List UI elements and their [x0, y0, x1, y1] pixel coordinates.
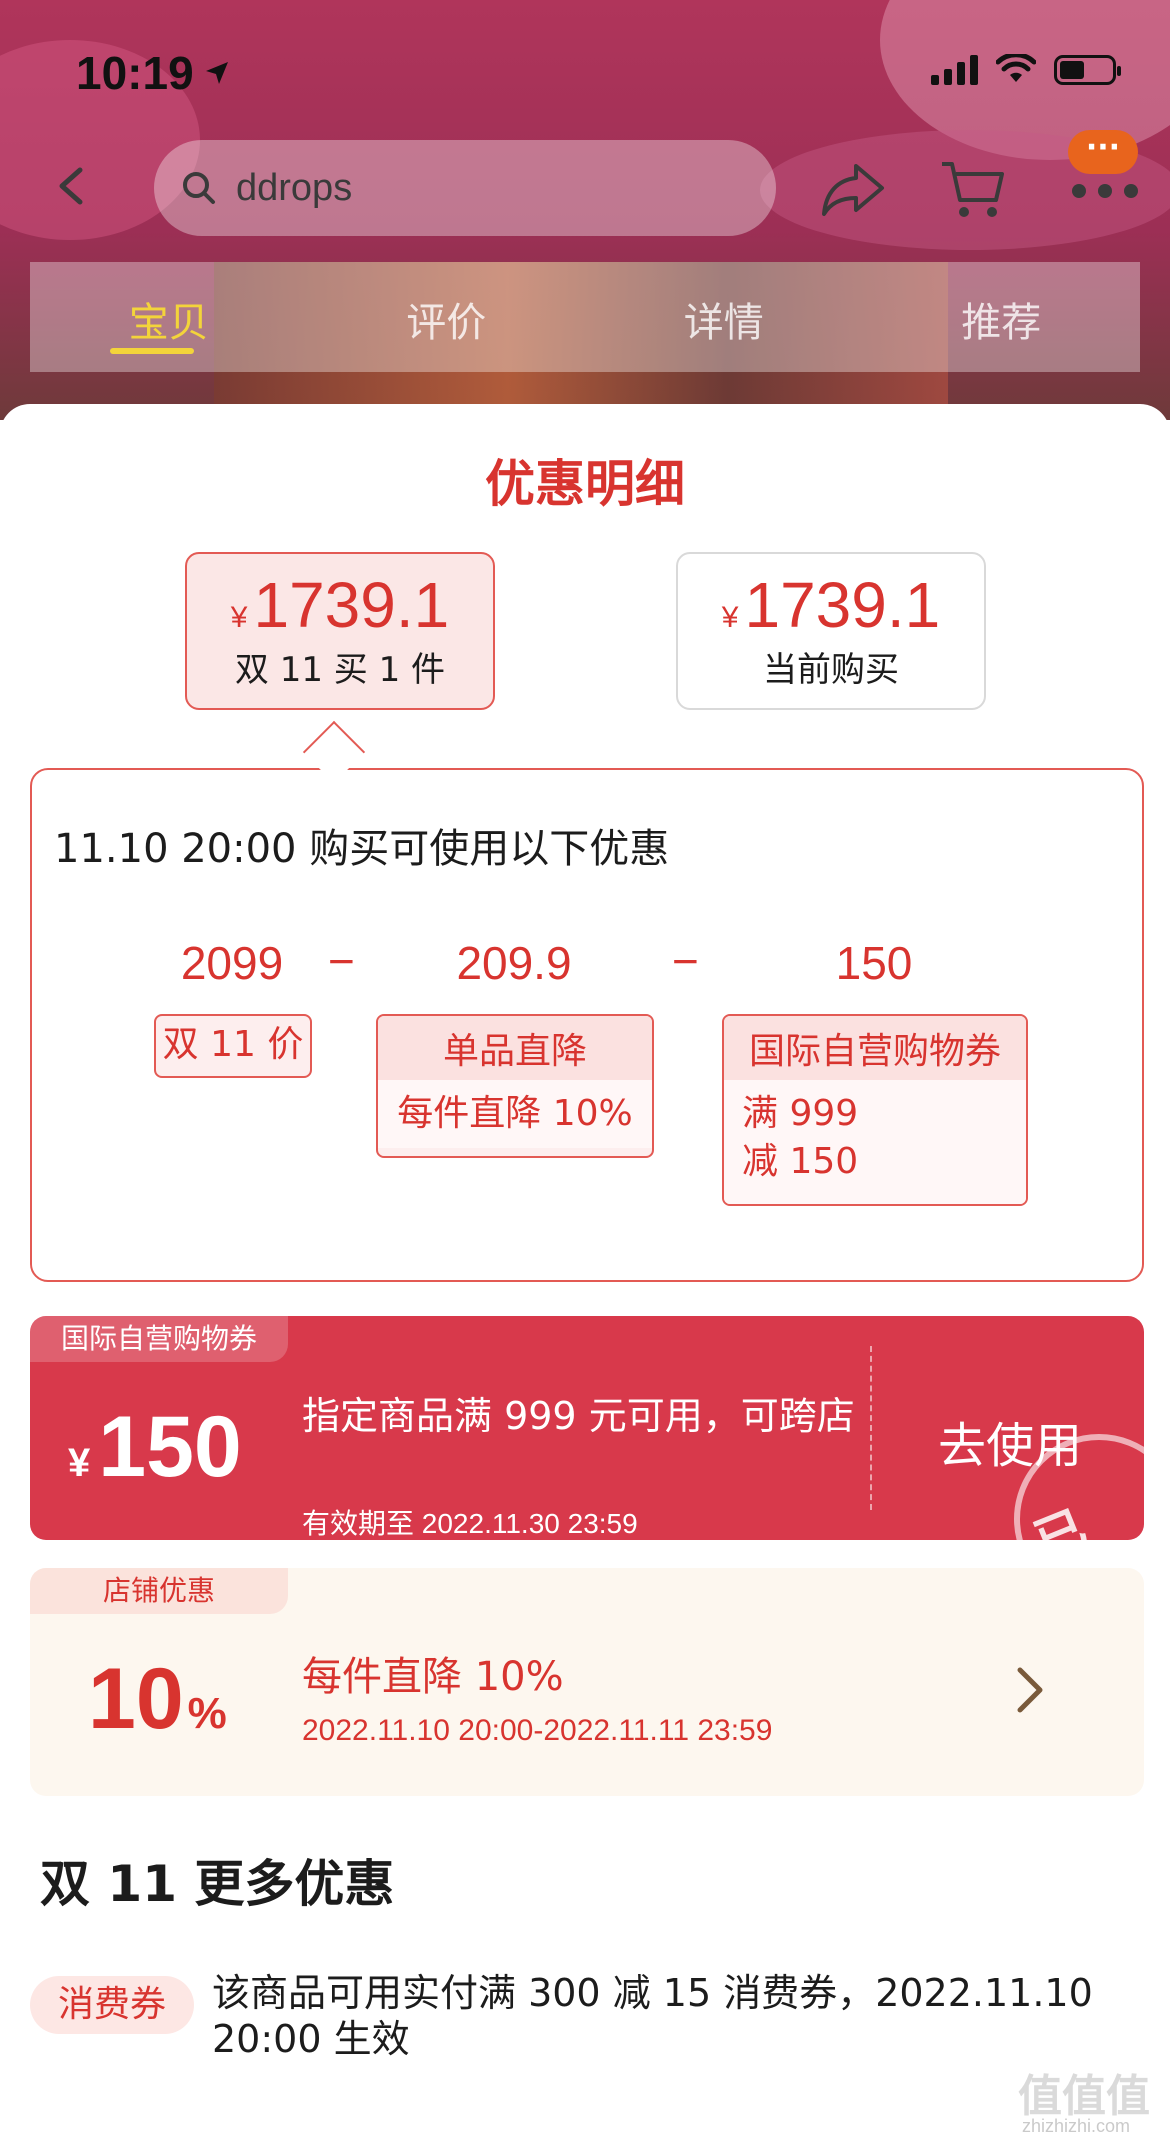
- share-icon[interactable]: [820, 160, 886, 218]
- price-option-label: 当前购买: [763, 650, 899, 690]
- calculation-heading: 11.10 20:00 购买可使用以下优惠: [54, 826, 670, 872]
- shop-discount-percent: 10%: [88, 1651, 227, 1747]
- tab-item[interactable]: 宝贝: [30, 262, 308, 372]
- chevron-right-icon[interactable]: [1000, 1660, 1060, 1720]
- voucher-tag: 消费券: [30, 1976, 194, 2034]
- store-coupon-chip: 国际自营购物券 满 999 减 150: [722, 1014, 1028, 1206]
- status-time: 10:19: [76, 46, 232, 100]
- watermark-url: zhizhizhi.com: [1022, 2116, 1131, 2136]
- tab-details[interactable]: 详情: [585, 262, 863, 372]
- shop-discount-card[interactable]: 店铺优惠 10% 每件直降 10% 2022.11.10 20:00-2022.…: [30, 1568, 1144, 1796]
- search-query: ddrops: [236, 166, 353, 209]
- battery-icon: [1054, 55, 1121, 85]
- tab-reviews[interactable]: 评价: [308, 262, 586, 372]
- search-bar[interactable]: ddrops: [154, 140, 776, 236]
- more-menu-button[interactable]: ···: [1062, 130, 1142, 220]
- cellular-signal-icon: [931, 55, 978, 85]
- base-price-value: 2099: [180, 937, 284, 989]
- watermark-logo: 值值值: [1018, 2071, 1150, 2122]
- discount-detail-sheet: 优惠明细 ¥1739.1 双 11 买 1 件 ¥1739.1 当前购买 11.…: [0, 404, 1170, 2143]
- minus-operator: −: [328, 935, 355, 987]
- shop-discount-title: 每件直降 10%: [302, 1654, 564, 1700]
- price-amount: ¥1739.1: [721, 569, 941, 641]
- store-coupon-card: 国际自营购物券 ¥150 指定商品满 999 元可用，可跨店 有效期至 2022…: [30, 1316, 1144, 1540]
- search-icon: [183, 172, 215, 204]
- price-option-label: 双 11 买 1 件: [234, 650, 446, 690]
- wifi-icon: [996, 54, 1036, 82]
- coupon-description: 指定商品满 999 元可用，可跨店: [302, 1394, 855, 1438]
- direct-discount-chip: 单品直降 每件直降 10%: [376, 1014, 654, 1158]
- nav-bar: ddrops ···: [0, 130, 1170, 240]
- price-option-double11[interactable]: ¥1739.1 双 11 买 1 件: [185, 552, 495, 710]
- minus-operator: −: [672, 935, 699, 987]
- sheet-title: 优惠明细: [485, 455, 685, 513]
- coupon-discount-value: 150: [835, 937, 913, 989]
- price-option-current[interactable]: ¥1739.1 当前购买: [676, 552, 986, 710]
- discount-calculation-box: 11.10 20:00 购买可使用以下优惠 2099 − 209.9 − 150…: [30, 768, 1144, 1282]
- shop-discount-tag: 店铺优惠: [30, 1568, 288, 1614]
- back-arrow-icon[interactable]: [52, 166, 92, 206]
- coupon-divider: [870, 1346, 872, 1510]
- price-amount: ¥1739.1: [230, 569, 450, 641]
- status-icons: [931, 54, 1121, 86]
- message-badge: ···: [1068, 130, 1138, 174]
- cart-icon[interactable]: [940, 156, 1006, 222]
- status-bar: 10:19: [0, 0, 1170, 140]
- coupon-type-tag: 国际自营购物券: [30, 1316, 288, 1362]
- location-arrow-icon: [205, 62, 228, 84]
- coupon-amount: ¥150: [68, 1399, 242, 1495]
- more-offers-title: 双 11 更多优惠: [40, 1855, 395, 1913]
- product-tabs: 宝贝 评价 详情 推荐: [30, 262, 1140, 372]
- more-dots-icon: [1072, 184, 1138, 198]
- base-price-chip: 双 11 价: [154, 1014, 312, 1078]
- voucher-description: 该商品可用实付满 300 减 15 消费券，2022.11.10 20:00 生…: [212, 1971, 1093, 2061]
- tab-recommend[interactable]: 推荐: [863, 262, 1141, 372]
- direct-discount-value: 209.9: [456, 937, 572, 989]
- coupon-validity: 有效期至 2022.11.30 23:59: [302, 1508, 638, 1539]
- shop-discount-period: 2022.11.10 20:00-2022.11.11 23:59: [302, 1714, 773, 1747]
